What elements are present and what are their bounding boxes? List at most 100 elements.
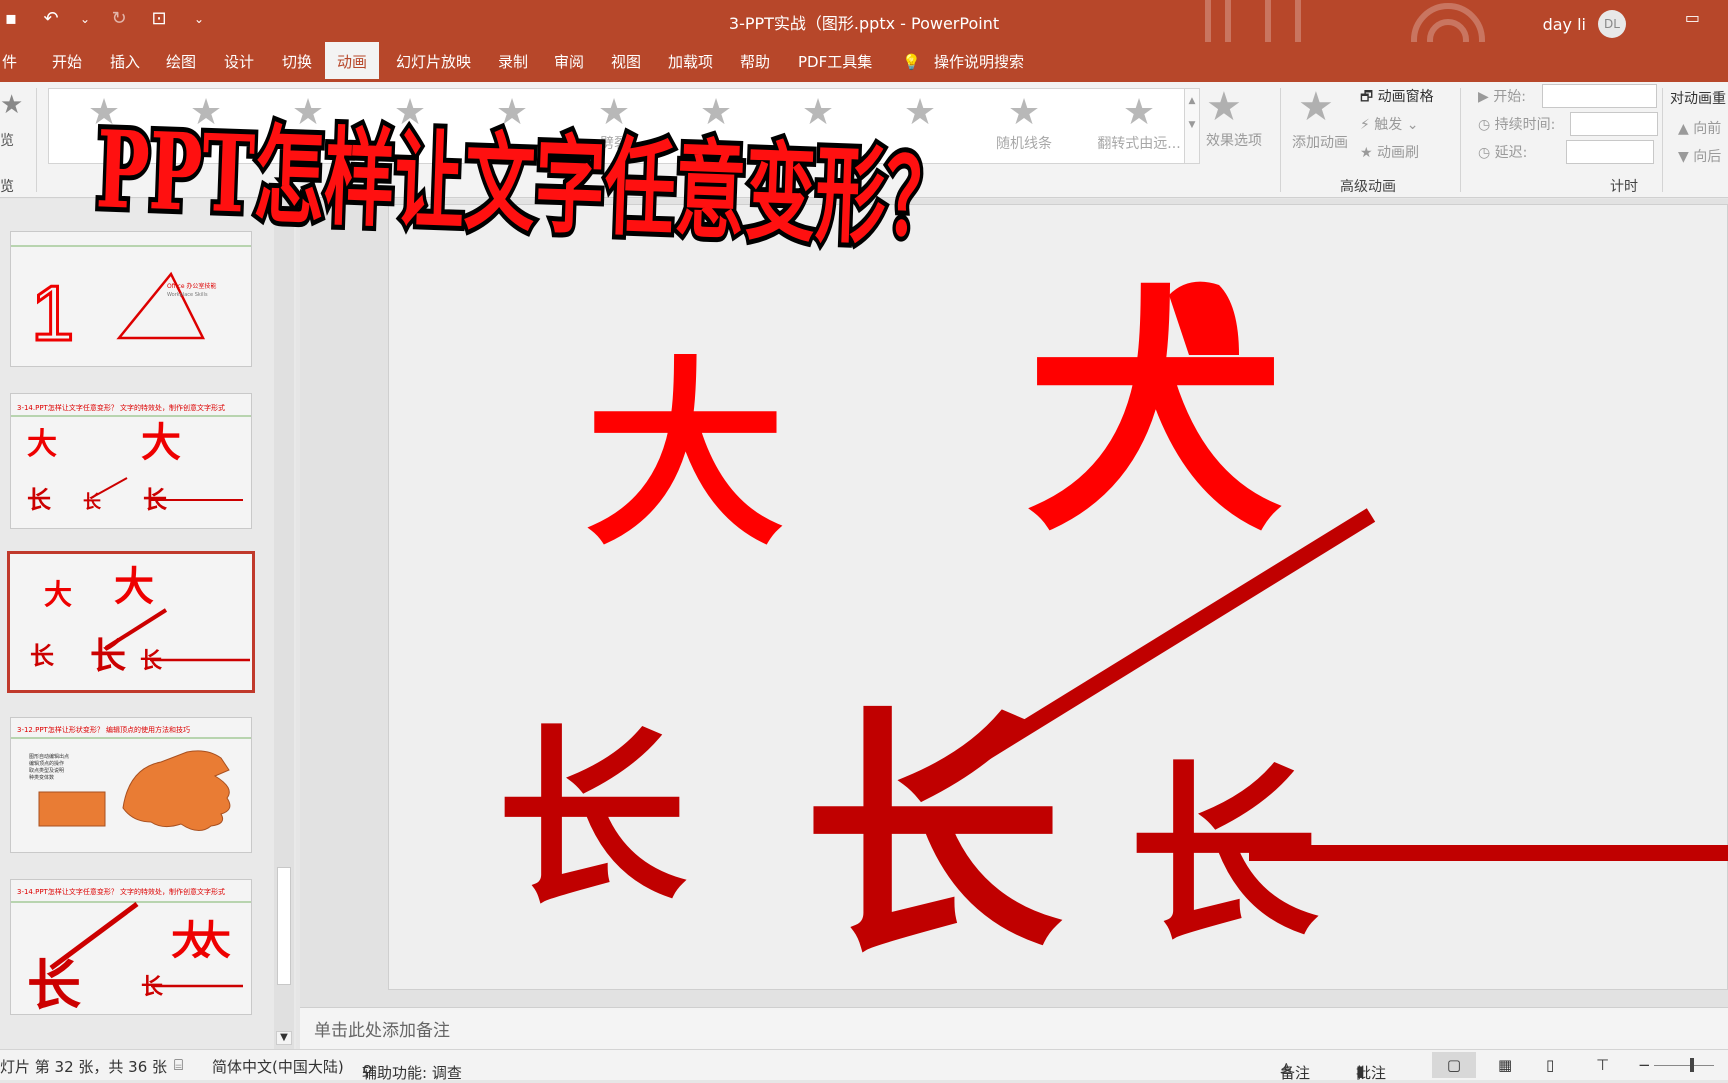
language-indicator[interactable]: 简体中文(中国大陆) (212, 1056, 344, 1077)
thumbnail-graphic: 3-14.PPT怎样让文字任意变形？ 文字的特效处，制作创意文字形式 长 大 大… (11, 887, 251, 1014)
tab-record[interactable]: 录制 (496, 42, 530, 82)
thumb-char-big: 大 (114, 564, 154, 610)
thumb-char-big: 大 (191, 918, 231, 964)
reorder-label: 对动画重 (1670, 91, 1726, 107)
zoom-slider-thumb[interactable] (1690, 1058, 1694, 1072)
thumb-char-big: 大 (27, 427, 57, 462)
banner-text: PPT怎样让文字任意变形？ (94, 106, 958, 261)
thumb-char-long: 长 (140, 649, 163, 674)
zoom-slider[interactable] (1654, 1065, 1714, 1066)
thumb-char-big: 大 (141, 420, 181, 466)
thumb-number: 1 (31, 269, 74, 357)
title-banner-overlay: PPT怎样让文字任意变形？ (89, 101, 963, 266)
thumb-char-long: 长 (90, 636, 126, 677)
thumb-char-long: 长 (30, 642, 55, 670)
tab-view[interactable]: 视图 (609, 42, 643, 82)
painter-star-icon: ★ (1360, 145, 1373, 161)
notes-pane[interactable]: 单击此处添加备注 (300, 1007, 1728, 1049)
tab-file[interactable]: 件 (0, 42, 19, 82)
thumb-title: 3-14.PPT怎样让文字任意变形？ 文字的特效处，制作创意文字形式 (17, 887, 225, 896)
slide-thumbnail[interactable]: 3-14.PPT怎样让文字任意变形？ 文字的特效处，制作创意文字形式 长 大 大… (10, 879, 252, 1015)
slide-sorter-icon[interactable]: ▦ (1498, 1056, 1512, 1074)
tab-home[interactable]: 开始 (50, 42, 84, 82)
scroll-down-icon[interactable]: ▼ (276, 1031, 292, 1045)
slide-thumbnail-selected[interactable]: 大 大 长 长 长 (7, 551, 255, 693)
gallery-scroll[interactable]: ▲ ▼ (1184, 88, 1200, 164)
tab-draw[interactable]: 绘图 (164, 42, 198, 82)
animation-painter-button[interactable]: ★ 动画刷 (1360, 142, 1419, 162)
move-earlier-button[interactable]: ▲ 向前 (1678, 118, 1721, 138)
thumb-bullet: 取点类型及说明 (29, 767, 64, 774)
scrollbar-thumb[interactable] (277, 867, 291, 985)
move-later-button[interactable]: ▼ 向后 (1678, 146, 1721, 166)
tab-design[interactable]: 设计 (222, 42, 256, 82)
duration-label: ◷ 持续时间: (1478, 117, 1556, 133)
thumbnail-graphic: 3-14.PPT怎样让文字任意变形？ 文字的特效处，制作创意文字形式 大 大 长… (11, 403, 251, 514)
start-dropdown[interactable] (1542, 84, 1657, 108)
slide-char-long-small[interactable]: 长 (497, 709, 687, 930)
effect-options-star-icon[interactable]: ★ (1206, 84, 1242, 130)
thumb-char-big: 大 (44, 578, 72, 611)
avatar[interactable]: DL (1598, 10, 1626, 38)
add-animation-button[interactable]: 添加动画 (1292, 132, 1348, 152)
title-bar: ▪ ↶ ⌄ ↻ ⊡ ⌄ 3-PPT实战（图形.pptx - PowerPoint… (0, 0, 1728, 42)
ribbon-display-options-icon[interactable]: ▭ (1685, 8, 1700, 27)
slide-thumbnails-pane: 1 Office 办公室技能 Workplace Skills 3-14.PPT… (0, 199, 296, 1049)
zoom-out-icon[interactable]: − (1638, 1056, 1651, 1074)
tab-addins[interactable]: 加载项 (666, 42, 715, 82)
slide-counter: 灯片 第 32 张，共 36 张 (0, 1058, 168, 1076)
clock-icon: ◷ (1478, 145, 1491, 161)
start-label: ▶ 开始: (1478, 89, 1526, 105)
tab-animations[interactable]: 动画 (325, 42, 380, 82)
timing-group-label: 计时 (1610, 179, 1638, 195)
trigger-button[interactable]: ⚡ 触发 ⌄ (1360, 114, 1418, 134)
advanced-animation-group-label: 高级动画 (1340, 179, 1396, 195)
thumb-bullet: 种类变体数 (29, 774, 54, 781)
slide-char-big-small[interactable]: 大 (585, 340, 785, 573)
slide-canvas[interactable]: 大 大 长 长 长 (388, 204, 1728, 990)
play-icon: ▶ (1478, 89, 1489, 105)
thumb-title: 3-12.PPT怎样让形状变形？ 编辑顶点的使用方法和技巧 (17, 725, 190, 734)
tab-slideshow[interactable]: 幻灯片放映 (394, 42, 473, 82)
thumbnail-scrollbar[interactable]: ▼ (274, 199, 294, 1049)
slide-thumbnail[interactable]: 3-14.PPT怎样让文字任意变形？ 文字的特效处，制作创意文字形式 大 大 长… (10, 393, 252, 529)
reading-view-icon[interactable]: ▯ (1546, 1056, 1554, 1074)
gallery-item[interactable]: ★ 随机线条 (979, 93, 1069, 153)
preview-group-label: 览 (0, 179, 14, 195)
preview-button[interactable]: 览 (0, 130, 14, 150)
down-triangle-icon: ▼ (1678, 149, 1689, 165)
notes-placeholder[interactable]: 单击此处添加备注 (314, 1016, 450, 1041)
thumbnail-graphic: 大 大 长 长 长 (30, 564, 250, 677)
gallery-item[interactable]: ★ 翻转式由远... (1083, 93, 1195, 153)
status-bar: 灯片 第 32 张，共 36 张 ⌸ 简体中文(中国大陆) ⚲ 辅助功能: 调查… (0, 1049, 1728, 1082)
thumb-char-long: 长 (27, 486, 52, 514)
tab-review[interactable]: 审阅 (552, 42, 586, 82)
user-name: day li (1542, 14, 1586, 34)
tell-me-search[interactable]: 操作说明搜索 (932, 42, 1026, 82)
user-account[interactable]: day li DL (1543, 10, 1626, 38)
tab-transitions[interactable]: 切换 (280, 42, 314, 82)
ribbon-tabs: 件 开始 插入 绘图 设计 切换 动画 幻灯片放映 录制 审阅 视图 加载项 帮… (0, 42, 1728, 82)
thumb-bullet: 编辑顶点的操作 (29, 760, 64, 767)
animation-pane-button[interactable]: 🗗 动画窗格 (1360, 86, 1434, 110)
duration-spinner[interactable] (1570, 112, 1658, 136)
slideshow-view-icon[interactable]: ⊤ (1596, 1056, 1609, 1074)
add-animation-star-icon[interactable]: ★ (1298, 84, 1334, 130)
preview-star-icon[interactable]: ★ (0, 90, 23, 120)
random-bars-icon: ★ (1007, 92, 1041, 133)
thumb-char-long: 长 (83, 492, 102, 513)
slide-char-big-large[interactable]: 大 (1025, 265, 1285, 567)
normal-view-icon[interactable]: ▢ (1432, 1052, 1476, 1078)
thumb-title: 3-14.PPT怎样让文字任意变形？ 文字的特效处，制作创意文字形式 (17, 403, 225, 412)
thumbnail-graphic: 3-12.PPT怎样让形状变形？ 编辑顶点的使用方法和技巧 图形自动编辑出点 编… (11, 725, 251, 831)
tab-pdf-tools[interactable]: PDF工具集 (796, 42, 874, 82)
slide-thumbnail[interactable]: 3-12.PPT怎样让形状变形？ 编辑顶点的使用方法和技巧 图形自动编辑出点 编… (10, 717, 252, 853)
delay-spinner[interactable] (1566, 140, 1654, 164)
clock-icon: ◷ (1478, 117, 1491, 133)
delay-label: ◷ 延迟: (1478, 145, 1528, 161)
effect-options-button[interactable]: 效果选项 (1206, 130, 1262, 150)
tab-insert[interactable]: 插入 (108, 42, 142, 82)
flip-icon: ★ (1122, 92, 1156, 133)
tab-help[interactable]: 帮助 (738, 42, 772, 82)
spellcheck-icon[interactable]: ⌸ (174, 1056, 183, 1074)
